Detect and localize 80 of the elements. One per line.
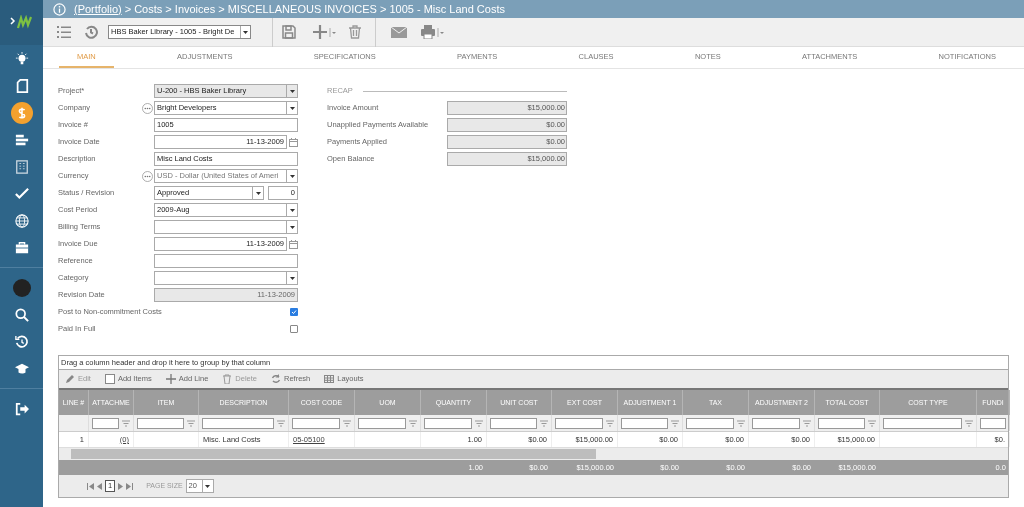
filter-icon[interactable] [965,419,973,427]
more-icon[interactable] [142,102,153,114]
caret-icon [255,191,261,195]
filter-icon[interactable] [540,419,548,427]
filter-icon[interactable] [277,419,285,427]
scrollbar-thumb[interactable] [71,449,596,459]
breadcrumb-link[interactable]: (Portfolio) [74,0,122,18]
filter-field[interactable] [202,417,274,429]
briefcase-icon [14,240,29,255]
graduation-cap-icon [14,361,29,376]
filter-field[interactable] [92,417,119,429]
caret-icon [289,89,295,93]
trash-icon [222,374,233,384]
filter-icon[interactable] [737,419,745,427]
bulb-icon [14,51,29,66]
mail-icon[interactable] [391,26,407,38]
filter-icon[interactable] [671,419,679,427]
caret-icon [289,174,295,178]
caret-icon [289,225,295,229]
list-icon[interactable] [57,25,71,39]
select-field[interactable] [154,220,298,234]
table-icon [324,374,335,384]
plus-icon [165,374,176,384]
caret-icon [289,208,295,212]
previous-page-icon[interactable] [97,482,102,490]
info-icon[interactable] [53,2,66,16]
caret-icon [289,276,295,280]
filter-icon[interactable] [122,419,130,427]
caret-icon [205,484,211,488]
filter-field[interactable] [818,417,865,429]
checkbox-icon [104,374,115,384]
sidebar-item[interactable] [10,101,33,124]
filter-icon[interactable] [475,419,483,427]
filter-field[interactable] [752,417,800,429]
filter-icon[interactable] [187,419,195,427]
filter-field[interactable] [686,417,734,429]
filter-field[interactable] [883,417,962,429]
more-icon[interactable] [142,170,153,182]
save-icon[interactable] [282,25,296,39]
filter-field[interactable] [292,417,340,429]
last-page-icon[interactable] [126,482,134,490]
pencil-icon [65,374,75,384]
filter-field[interactable] [490,417,537,429]
filter-field[interactable] [137,417,184,429]
filter-icon[interactable] [409,419,417,427]
calendar-icon[interactable] [289,239,298,249]
filter-icon[interactable] [868,419,876,427]
select-field[interactable] [154,271,298,285]
history-icon [14,334,29,349]
filter-icon[interactable] [803,419,811,427]
check-icon [14,186,29,201]
exit-icon [14,401,29,416]
checkbox[interactable] [290,325,298,333]
printer-icon[interactable] [421,25,445,39]
caret-icon [289,106,295,110]
filter-icon[interactable] [606,419,614,427]
filter-icon[interactable] [343,419,351,427]
text-field[interactable] [154,254,298,268]
add-icon[interactable] [313,25,337,39]
next-page-icon[interactable] [118,482,124,490]
first-page-icon[interactable] [87,482,94,490]
filter-field[interactable] [424,417,472,429]
filter-field[interactable] [980,417,1006,429]
globe-icon [14,213,29,228]
bars-icon [14,132,29,147]
checkbox[interactable] [290,308,298,316]
document-icon [14,78,29,93]
building-icon [14,159,29,174]
scrollbar[interactable] [59,448,1008,460]
filter-field[interactable] [621,417,668,429]
refresh-icon [271,374,281,384]
search-icon [14,307,29,322]
logo-icon[interactable] [9,14,34,31]
history-icon[interactable] [84,25,98,39]
filter-field[interactable] [555,417,603,429]
calendar-icon[interactable] [289,137,298,147]
caret-icon [243,30,248,34]
filter-field[interactable] [358,417,406,429]
trash-icon[interactable] [349,25,361,39]
breadcrumb-path: > Costs > Invoices > MISCELLANEOUS INVOICES > 1005 - Misc Land Costs [124,1,505,17]
